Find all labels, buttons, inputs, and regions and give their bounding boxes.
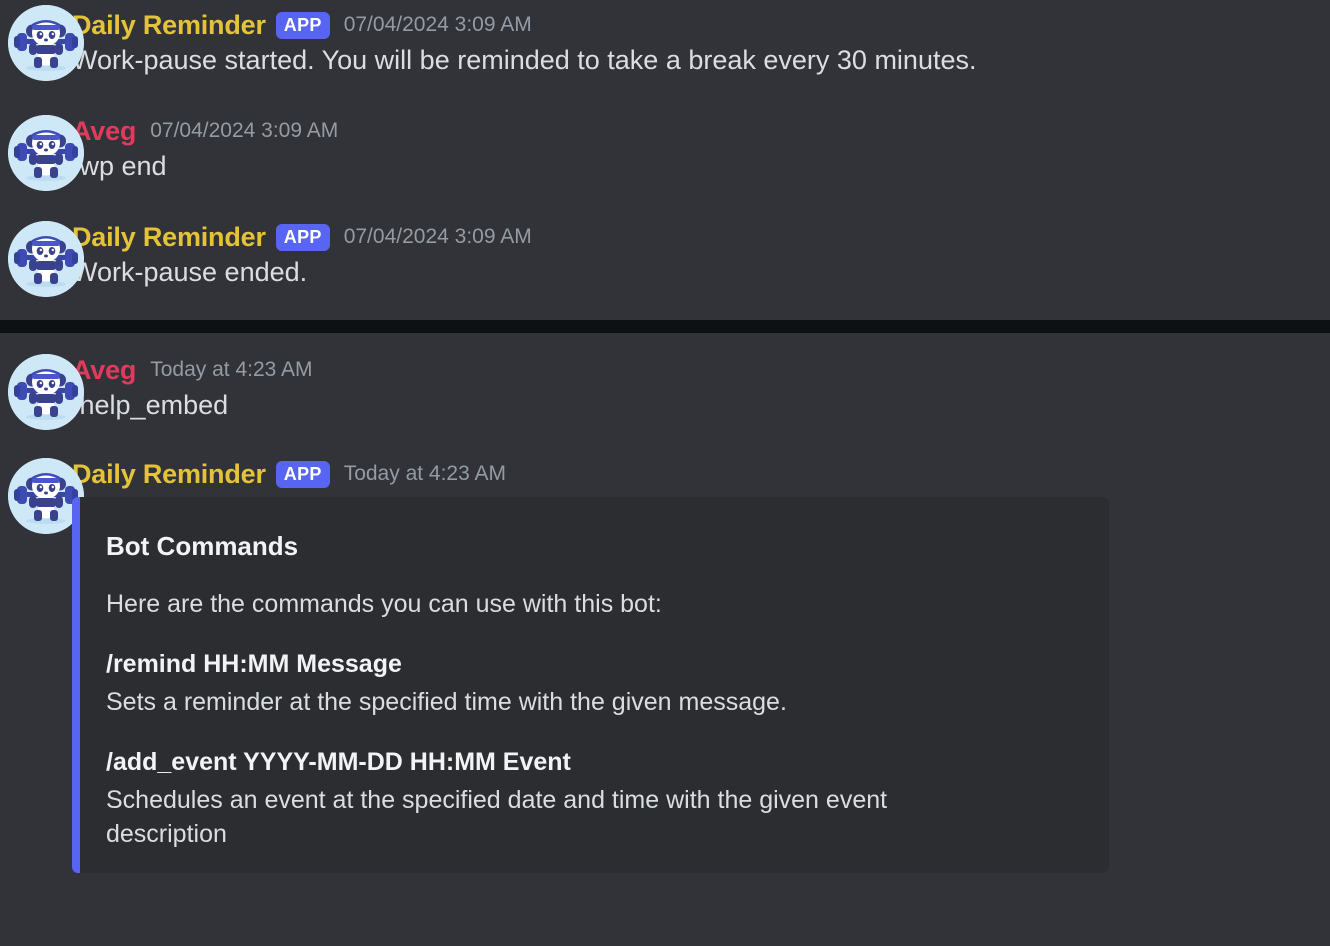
embed-field-value: Schedules an event at the specified date…	[106, 786, 888, 848]
message-divider-band	[0, 320, 1330, 333]
message-text: Work-pause ended.	[72, 257, 308, 287]
message-text: /wp end	[72, 151, 167, 181]
embed-container: Bot Commands Here are the commands you c…	[72, 497, 1282, 873]
message-header: Daily Reminder APP 07/04/2024 3:09 AM	[72, 8, 1282, 42]
avatar[interactable]	[8, 5, 84, 81]
message-item[interactable]: Daily Reminder APP 07/04/2024 3:09 AM Wo…	[0, 218, 1330, 297]
message-header: Daily Reminder APP 07/04/2024 3:09 AM	[72, 220, 1282, 254]
embed-field-value: Sets a reminder at the specified time wi…	[106, 688, 787, 716]
avatar[interactable]	[8, 354, 84, 430]
app-badge: APP	[275, 11, 330, 39]
message-text: /help_embed	[72, 390, 229, 420]
embed-title: Bot Commands	[106, 531, 299, 561]
message-group: Daily Reminder APP 07/04/2024 3:09 AM Wo…	[0, 0, 1330, 81]
embed-field-name: /add_event YYYY-MM-DD HH:MM Event	[106, 748, 571, 776]
message-item[interactable]: Aveg Today at 4:23 AM /help_embed	[0, 351, 1330, 430]
avatar[interactable]	[8, 115, 84, 191]
message-header: Daily Reminder APP Today at 4:23 AM	[72, 457, 1282, 491]
app-badge: APP	[275, 460, 330, 488]
message-group: Aveg Today at 4:23 AM /help_embed	[0, 349, 1330, 430]
message-item[interactable]: Daily Reminder APP 07/04/2024 3:09 AM Wo…	[0, 2, 1330, 81]
message-timestamp: 07/04/2024 3:09 AM	[150, 119, 339, 142]
embed-field: /remind HH:MM Message Sets a reminder at…	[106, 647, 1087, 719]
message-header: Aveg 07/04/2024 3:09 AM	[72, 114, 1282, 148]
embed-field: /add_event YYYY-MM-DD HH:MM Event Schedu…	[106, 745, 1087, 851]
message-header: Aveg Today at 4:23 AM	[72, 353, 1282, 387]
message-timestamp: 07/04/2024 3:09 AM	[343, 225, 532, 248]
message-item[interactable]: Aveg 07/04/2024 3:09 AM /wp end	[0, 112, 1330, 191]
message-group: Daily Reminder APP Today at 4:23 AM Bot …	[0, 453, 1330, 875]
rich-embed[interactable]: Bot Commands Here are the commands you c…	[72, 497, 1109, 873]
message-group: Aveg 07/04/2024 3:09 AM /wp end	[0, 110, 1330, 191]
embed-field-name: /remind HH:MM Message	[106, 650, 402, 678]
message-author[interactable]: Daily Reminder	[72, 8, 266, 42]
message-group: Daily Reminder APP 07/04/2024 3:09 AM Wo…	[0, 216, 1330, 297]
avatar[interactable]	[8, 221, 84, 297]
app-badge: APP	[275, 223, 330, 251]
message-list[interactable]: Daily Reminder APP 07/04/2024 3:09 AM Wo…	[0, 0, 1330, 946]
message-timestamp: 07/04/2024 3:09 AM	[343, 13, 532, 36]
message-text: Work-pause started. You will be reminded…	[72, 45, 977, 75]
message-author[interactable]: Daily Reminder	[72, 457, 266, 491]
message-item[interactable]: Daily Reminder APP Today at 4:23 AM Bot …	[0, 455, 1330, 875]
message-timestamp: Today at 4:23 AM	[150, 358, 313, 381]
embed-description: Here are the commands you can use with t…	[106, 590, 662, 618]
message-timestamp: Today at 4:23 AM	[343, 462, 506, 485]
message-author[interactable]: Daily Reminder	[72, 220, 266, 254]
